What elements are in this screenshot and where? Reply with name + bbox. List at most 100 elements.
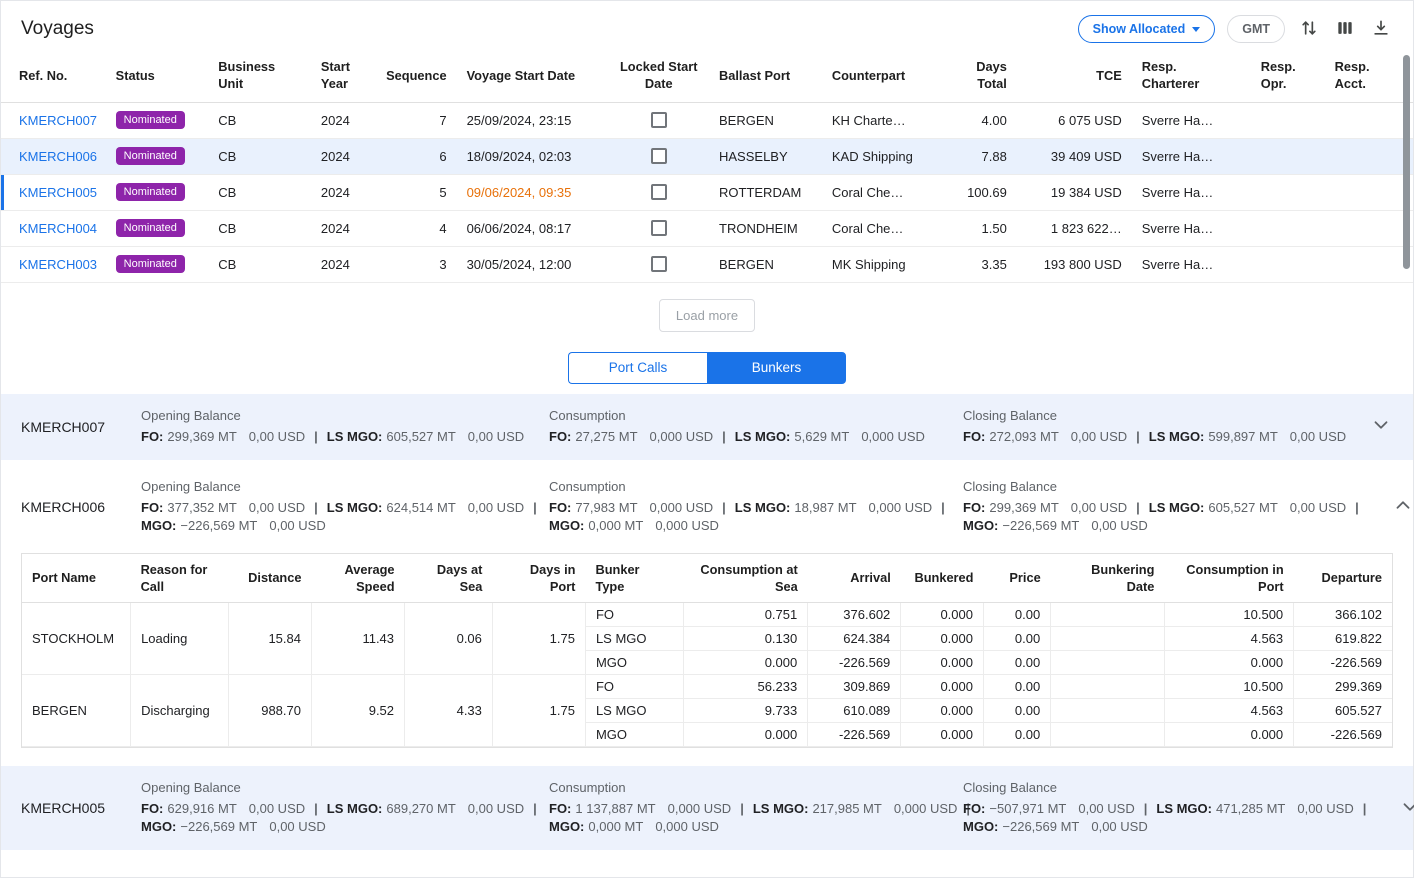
port-col-bunker-type: Bunker Type bbox=[585, 554, 683, 603]
bunker-sections: KMERCH007Opening BalanceFO:299,369 MT0,0… bbox=[1, 394, 1413, 851]
voyage-ref-link[interactable]: KMERCH004 bbox=[19, 221, 97, 236]
col-sequence[interactable]: Sequence bbox=[370, 53, 456, 102]
separator: | bbox=[1136, 429, 1140, 444]
opening-balance-title: Opening Balance bbox=[141, 479, 529, 494]
closing-balance-group: Closing BalanceFO:−507,971 MT0,00 USD|LS… bbox=[963, 780, 1395, 836]
status-badge: Nominated bbox=[116, 183, 185, 201]
start-year-cell: 2024 bbox=[311, 246, 371, 282]
show-allocated-button[interactable]: Show Allocated bbox=[1078, 15, 1216, 43]
locked-start-date-cell bbox=[608, 210, 709, 246]
col-days-total[interactable]: Days Total bbox=[949, 53, 1017, 102]
chevron-up-icon bbox=[1392, 494, 1414, 519]
ref-cell: KMERCH003 bbox=[1, 246, 106, 282]
port-fuel-row: BERGENDischarging988.709.524.331.75FO56.… bbox=[22, 675, 1392, 699]
port-bunker-table: Port NameReason for CallDistanceAverage … bbox=[22, 554, 1392, 748]
col-ref-no[interactable]: Ref. No. bbox=[1, 53, 106, 102]
sequence-cell: 5 bbox=[370, 174, 456, 210]
col-locked-start-date[interactable]: Locked Start Date bbox=[608, 53, 709, 102]
scrollbar-thumb[interactable] bbox=[1403, 55, 1410, 269]
fuel-balance-item: LS MGO:471,285 MT0,00 USD bbox=[1156, 801, 1353, 816]
separator: | bbox=[722, 429, 726, 444]
page-title: Voyages bbox=[21, 18, 94, 40]
ballast-port-cell: ROTTERDAM bbox=[709, 174, 822, 210]
gmt-button[interactable]: GMT bbox=[1227, 15, 1285, 43]
resp-opr-cell bbox=[1251, 174, 1325, 210]
fuel-balance-item: LS MGO:599,897 MT0,00 USD bbox=[1149, 429, 1346, 444]
table-scrollbar[interactable] bbox=[1402, 55, 1410, 281]
consumption-in-port-cell: 10.500 bbox=[1164, 675, 1293, 699]
consumption-group: ConsumptionFO:77,983 MT0,000 USD|LS MGO:… bbox=[549, 479, 963, 535]
counterpart-cell: KAD Shipping bbox=[822, 138, 949, 174]
download-button[interactable] bbox=[1369, 16, 1393, 43]
start-year-cell: 2024 bbox=[311, 210, 371, 246]
col-status[interactable]: Status bbox=[106, 53, 209, 102]
voyage-row-kmerch003[interactable]: KMERCH003NominatedCB2024330/05/2024, 12:… bbox=[1, 246, 1413, 282]
bunker-summary-row[interactable]: KMERCH007Opening BalanceFO:299,369 MT0,0… bbox=[1, 394, 1413, 460]
fuel-balance-item: LS MGO:605,527 MT0,00 USD bbox=[1149, 500, 1346, 515]
voyage-row-kmerch005[interactable]: KMERCH005NominatedCB2024509/06/2024, 09:… bbox=[1, 174, 1413, 210]
arrival-cell: 376.602 bbox=[808, 603, 901, 627]
status-badge: Nominated bbox=[116, 255, 185, 273]
port-fuel-row: STOCKHOLMLoading15.8411.430.061.75FO0.75… bbox=[22, 603, 1392, 627]
separator: | bbox=[1363, 801, 1367, 816]
col-tce[interactable]: TCE bbox=[1017, 53, 1132, 102]
voyage-ref-link[interactable]: KMERCH003 bbox=[19, 257, 97, 272]
col-counterpart[interactable]: Counterpart bbox=[822, 53, 949, 102]
days-at-sea-cell: 4.33 bbox=[405, 675, 493, 747]
status-badge: Nominated bbox=[116, 111, 185, 129]
bunker-type-cell: MGO bbox=[585, 723, 683, 747]
bunker-summary-row[interactable]: KMERCH005Opening BalanceFO:629,916 MT0,0… bbox=[1, 766, 1413, 850]
opening-balance-title: Opening Balance bbox=[141, 408, 529, 423]
voyage-row-kmerch007[interactable]: KMERCH007NominatedCB2024725/09/2024, 23:… bbox=[1, 102, 1413, 138]
sort-button[interactable] bbox=[1297, 16, 1321, 43]
port-name-cell: STOCKHOLM bbox=[22, 603, 131, 675]
voyage-ref-link[interactable]: KMERCH005 bbox=[19, 185, 97, 200]
fuel-balance-item: FO:−507,971 MT0,00 USD bbox=[963, 801, 1135, 816]
sort-icon bbox=[1299, 18, 1319, 41]
price-cell: 0.00 bbox=[983, 603, 1050, 627]
col-resp-acct[interactable]: Resp. Acct. bbox=[1325, 53, 1413, 102]
locked-start-date-checkbox[interactable] bbox=[651, 112, 667, 128]
price-cell: 0.00 bbox=[983, 699, 1050, 723]
locked-start-date-checkbox[interactable] bbox=[651, 220, 667, 236]
port-col-consumption-at-sea: Consumption at Sea bbox=[684, 554, 808, 603]
bunker-summary-row[interactable]: KMERCH006Opening BalanceFO:377,352 MT0,0… bbox=[1, 465, 1413, 549]
port-col-reason-for-call: Reason for Call bbox=[131, 554, 229, 603]
voyage-ref-link[interactable]: KMERCH006 bbox=[19, 149, 97, 164]
voyage-name: KMERCH006 bbox=[21, 499, 141, 515]
voyage-row-kmerch006[interactable]: KMERCH006NominatedCB2024618/09/2024, 02:… bbox=[1, 138, 1413, 174]
load-more-button[interactable]: Load more bbox=[659, 299, 755, 332]
departure-cell: -226.569 bbox=[1294, 723, 1392, 747]
separator: | bbox=[314, 801, 318, 816]
col-start-year[interactable]: Start Year bbox=[311, 53, 371, 102]
expand-chevron-button[interactable] bbox=[1395, 792, 1414, 825]
status-cell: Nominated bbox=[106, 246, 209, 282]
col-business-unit[interactable]: Business Unit bbox=[208, 53, 311, 102]
voyage-ref-link[interactable]: KMERCH007 bbox=[19, 113, 97, 128]
voyage-row-kmerch004[interactable]: KMERCH004NominatedCB2024406/06/2024, 08:… bbox=[1, 210, 1413, 246]
days-total-cell: 3.35 bbox=[949, 246, 1017, 282]
col-ballast-port[interactable]: Ballast Port bbox=[709, 53, 822, 102]
col-resp-charterer[interactable]: Resp. Charterer bbox=[1132, 53, 1251, 102]
collapse-chevron-button[interactable] bbox=[1388, 490, 1414, 523]
columns-button[interactable] bbox=[1333, 16, 1357, 43]
days-total-cell: 1.50 bbox=[949, 210, 1017, 246]
locked-start-date-checkbox[interactable] bbox=[651, 184, 667, 200]
departure-cell: 619.822 bbox=[1294, 627, 1392, 651]
bunkering-date-cell bbox=[1051, 675, 1165, 699]
tce-cell: 39 409 USD bbox=[1017, 138, 1132, 174]
expand-chevron-button[interactable] bbox=[1366, 410, 1396, 443]
arrival-cell: 610.089 bbox=[808, 699, 901, 723]
port-col-price: Price bbox=[983, 554, 1050, 603]
tab-port-calls[interactable]: Port Calls bbox=[568, 352, 707, 384]
counterpart-cell: Coral Che… bbox=[822, 210, 949, 246]
locked-start-date-cell bbox=[608, 174, 709, 210]
bunkered-cell: 0.000 bbox=[901, 603, 984, 627]
locked-start-date-checkbox[interactable] bbox=[651, 256, 667, 272]
tab-bunkers[interactable]: Bunkers bbox=[707, 352, 846, 384]
arrival-cell: 309.869 bbox=[808, 675, 901, 699]
bunkered-cell: 0.000 bbox=[901, 675, 984, 699]
locked-start-date-checkbox[interactable] bbox=[651, 148, 667, 164]
col-resp-opr[interactable]: Resp. Opr. bbox=[1251, 53, 1325, 102]
col-voyage-start-date[interactable]: Voyage Start Date bbox=[457, 53, 609, 102]
